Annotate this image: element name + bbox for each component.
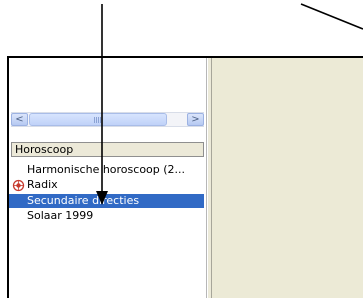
scroll-thumb[interactable] xyxy=(29,113,167,126)
list-item-label: Solaar 1999 xyxy=(27,209,94,222)
scroll-right-arrow-icon: > xyxy=(191,114,200,125)
horoscope-list-panel: < > Horoscoop Harmonische horoscoop (2..… xyxy=(9,58,207,298)
annotation-callout-line xyxy=(300,3,363,30)
list-item-label: Radix xyxy=(27,178,58,191)
chart-view-panel xyxy=(212,58,363,298)
scroll-thumb-grip-icon xyxy=(94,117,102,123)
column-header-label: Horoscoop xyxy=(15,143,74,156)
scroll-right-button[interactable]: > xyxy=(187,113,204,126)
list-item-label: Secundaire directies xyxy=(27,194,140,207)
list-item-selected[interactable]: Secundaire directies xyxy=(9,194,204,208)
horoscoop-column-header[interactable]: Horoscoop xyxy=(11,142,204,157)
scroll-left-arrow-icon: < xyxy=(15,114,24,125)
list-item-label: Harmonische horoscoop (2... xyxy=(27,163,186,176)
list-item-radix[interactable]: Radix xyxy=(9,178,109,192)
horizontal-scrollbar[interactable]: < > xyxy=(11,112,204,127)
list-item[interactable]: Solaar 1999 xyxy=(27,209,93,223)
scroll-left-button[interactable]: < xyxy=(11,113,28,126)
application-window: < > Horoscoop Harmonische horoscoop (2..… xyxy=(7,56,363,298)
radix-icon xyxy=(12,179,25,192)
list-item[interactable]: Harmonische horoscoop (2... xyxy=(27,163,185,177)
